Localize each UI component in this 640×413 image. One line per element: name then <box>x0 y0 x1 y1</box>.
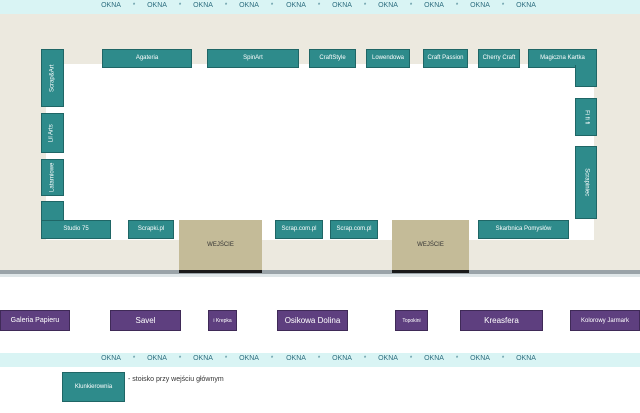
window-separator: * <box>363 3 367 9</box>
window-separator: * <box>224 3 228 9</box>
window-separator: * <box>224 356 228 362</box>
booth-lil-arts[interactable]: Lil Arts <box>41 113 64 153</box>
top-window-labels: OKNA * OKNA * OKNA * OKNA * OKNA * OKNA … <box>0 0 640 14</box>
entrance-left-threshold <box>179 270 262 273</box>
entrance-right[interactable]: WEJŚCIE <box>392 220 469 270</box>
window-label: OKNA <box>470 355 490 362</box>
booth-scrap-com-1[interactable]: Scrap.com.pl <box>275 220 323 239</box>
booth-scrapart[interactable]: Scrap&Art <box>41 49 64 107</box>
booth-cherry-craft[interactable]: Cherry Craft <box>478 49 520 68</box>
legend-text: - stoisko przy wejściu głównym <box>128 376 224 383</box>
window-label: OKNA <box>239 355 259 362</box>
window-separator: * <box>363 356 367 362</box>
window-separator: * <box>132 356 136 362</box>
window-label: OKNA <box>101 355 121 362</box>
booth-topokini[interactable]: Topokini <box>395 310 428 331</box>
window-separator: * <box>178 356 182 362</box>
window-label: OKNA <box>516 355 536 362</box>
booth-scrapiniec[interactable]: Scrapiniec <box>575 146 597 219</box>
booth-craft-passion[interactable]: Craft Passion <box>423 49 468 68</box>
booth-galeria-papieru[interactable]: Galeria Papieru <box>0 310 70 331</box>
window-label: OKNA <box>470 2 490 9</box>
booth-magiczna-kartka-extension <box>575 65 597 87</box>
booth-spinart[interactable]: SpinArt <box>207 49 299 68</box>
window-label: OKNA <box>424 2 444 9</box>
hall-center-area <box>46 64 594 240</box>
window-label: OKNA <box>193 2 213 9</box>
booth-kolorowy-jarmark[interactable]: Kolorowy Jarmark <box>570 310 640 331</box>
booth-scrapki[interactable]: Scrapki.pl <box>128 220 174 239</box>
booth-i-krepka[interactable]: i Krepka <box>208 310 237 331</box>
window-label: OKNA <box>332 355 352 362</box>
window-separator: * <box>317 3 321 9</box>
legend-swatch: Klunkierownia <box>62 372 125 402</box>
window-label: OKNA <box>147 2 167 9</box>
window-separator: * <box>501 3 505 9</box>
booth-craftstyle[interactable]: CraftStyle <box>309 49 356 68</box>
corridor <box>0 274 640 277</box>
window-separator: * <box>132 3 136 9</box>
window-separator: * <box>409 3 413 9</box>
window-label: OKNA <box>193 355 213 362</box>
entrance-left[interactable]: WEJŚCIE <box>179 220 262 270</box>
window-separator: * <box>455 3 459 9</box>
window-separator: * <box>270 356 274 362</box>
window-label: OKNA <box>516 2 536 9</box>
booth-scrap-com-2[interactable]: Scrap.com.pl <box>330 220 378 239</box>
booth-fi-fi[interactable]: Fi fi fi <box>575 98 597 136</box>
window-label: OKNA <box>147 355 167 362</box>
booth-lowendowa[interactable]: Lowendowa <box>366 49 410 68</box>
window-separator: * <box>409 356 413 362</box>
window-separator: * <box>178 3 182 9</box>
window-label: OKNA <box>332 2 352 9</box>
window-label: OKNA <box>378 2 398 9</box>
booth-osikowa-dolina[interactable]: Osikowa Dolina <box>277 310 348 331</box>
bottom-window-labels: OKNA * OKNA * OKNA * OKNA * OKNA * OKNA … <box>0 353 640 367</box>
window-label: OKNA <box>239 2 259 9</box>
booth-kreasfera[interactable]: Kreasfera <box>460 310 543 331</box>
booth-latarniowe[interactable]: Latarniowe <box>41 159 64 196</box>
window-label: OKNA <box>424 355 444 362</box>
window-label: OKNA <box>286 2 306 9</box>
booth-agateria[interactable]: Agateria <box>102 49 192 68</box>
window-separator: * <box>270 3 274 9</box>
window-separator: * <box>501 356 505 362</box>
window-separator: * <box>317 356 321 362</box>
entrance-right-threshold <box>392 270 469 273</box>
window-separator: * <box>455 356 459 362</box>
window-label: OKNA <box>378 355 398 362</box>
booth-skarbnica[interactable]: Skarbnica Pomysłów <box>478 220 569 239</box>
booth-savel[interactable]: Savel <box>110 310 181 331</box>
window-label: OKNA <box>101 2 121 9</box>
booth-studio75[interactable]: Studio 75 <box>41 220 111 239</box>
window-label: OKNA <box>286 355 306 362</box>
